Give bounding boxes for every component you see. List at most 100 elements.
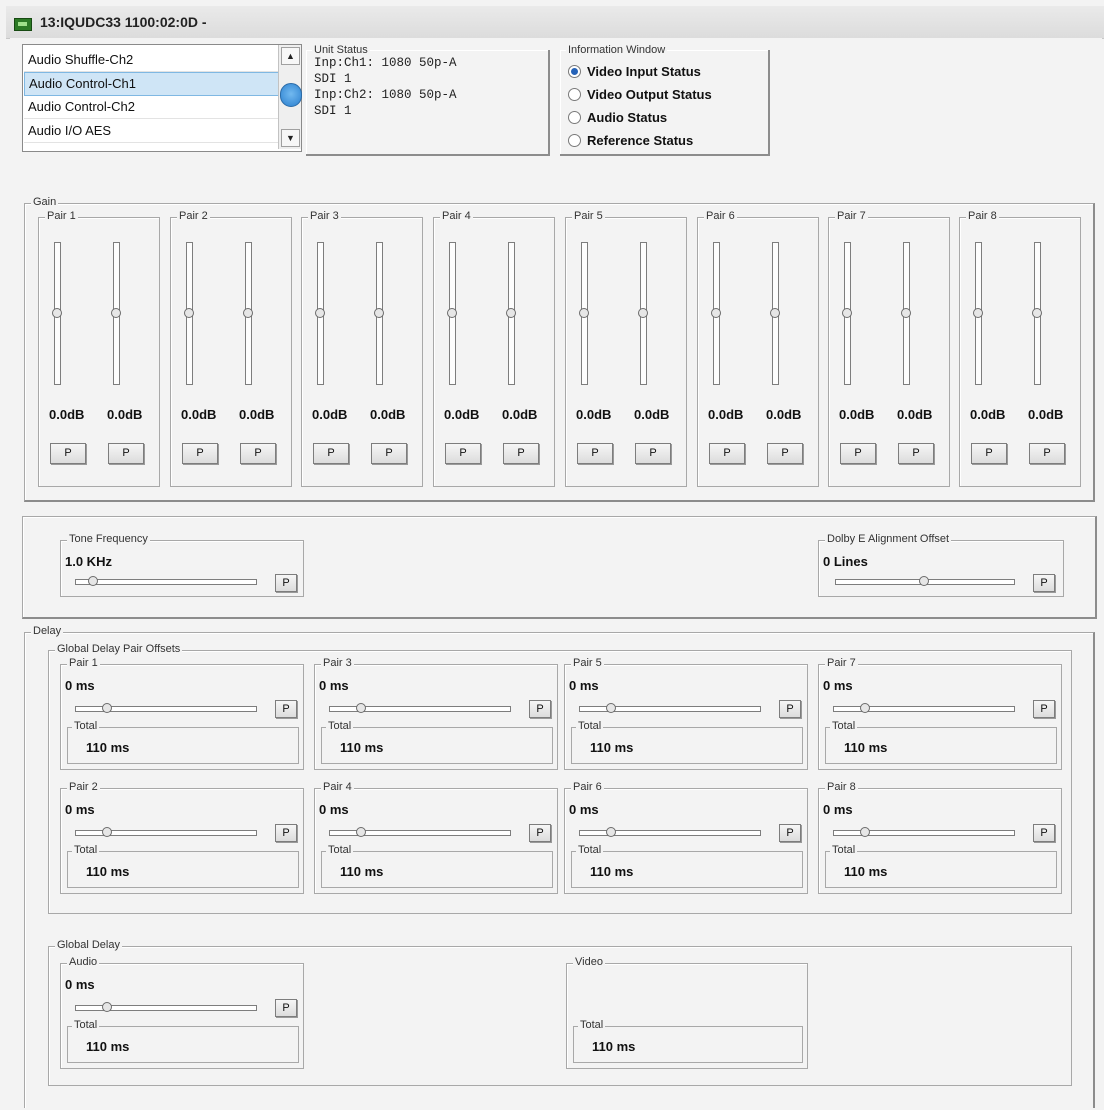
total-label: Total — [830, 720, 858, 733]
audio-delay-box: Audio 0 ms P Total 110 ms — [60, 956, 304, 1069]
tone-preset-button[interactable]: P — [275, 574, 297, 592]
window-title: 13:IQUDC33 1100:02:0D - — [40, 14, 207, 30]
unit-status-line: Inp:Ch2: 1080 50p-A — [314, 88, 457, 102]
gain-right-fader-thumb[interactable] — [506, 307, 516, 318]
dolby-offset-title: Dolby E Alignment Offset — [825, 533, 952, 546]
radio-selected-icon[interactable] — [568, 64, 581, 78]
gain-left-fader-thumb[interactable] — [447, 307, 457, 318]
delay-pair-preset-button[interactable]: P — [275, 700, 297, 718]
gain-right-fader-thumb[interactable] — [243, 307, 253, 318]
gain-left-fader-thumb[interactable] — [973, 307, 983, 318]
delay-pair-preset-button[interactable]: P — [529, 824, 551, 842]
delay-pair-title: Pair 8 — [825, 781, 858, 794]
menu-list[interactable]: Audio Shuffle-Ch2 Audio Control-Ch1 Audi… — [22, 44, 302, 152]
delay-pair-preset-button[interactable]: P — [275, 824, 297, 842]
gain-right-fader-thumb[interactable] — [638, 307, 648, 318]
list-item[interactable]: Audio I/O AES — [24, 120, 280, 143]
delay-pair-preset-button[interactable]: P — [779, 824, 801, 842]
radio-icon[interactable] — [568, 87, 581, 101]
gain-right-preset-button[interactable]: P — [1029, 443, 1065, 464]
gain-right-preset-button[interactable]: P — [108, 443, 144, 464]
delay-pair-total-value: 110 ms — [86, 864, 130, 879]
dolby-offset-slider-thumb[interactable] — [919, 576, 929, 586]
tone-frequency-title: Tone Frequency — [67, 533, 150, 546]
gain-right-fader-thumb[interactable] — [770, 307, 780, 318]
dolby-preset-button[interactable]: P — [1033, 574, 1055, 592]
gain-left-fader-thumb[interactable] — [842, 307, 852, 318]
delay-pair-total-box: Total 110 ms — [571, 720, 803, 764]
scroll-down-icon[interactable]: ▼ — [281, 129, 300, 147]
gain-pair-title: Pair 1 — [45, 210, 78, 223]
gain-left-fader-thumb[interactable] — [315, 307, 325, 318]
gain-left-preset-button[interactable]: P — [445, 443, 481, 464]
tone-frequency-slider[interactable] — [75, 579, 257, 585]
delay-pair-preset-button[interactable]: P — [1033, 824, 1055, 842]
gain-left-db: 0.0dB — [312, 407, 348, 422]
audio-delay-title: Audio — [67, 956, 100, 969]
gain-left-fader-thumb[interactable] — [52, 307, 62, 318]
gain-left-db: 0.0dB — [181, 407, 217, 422]
audio-delay-total-box: Total 110 ms — [67, 1019, 299, 1063]
list-item-selected[interactable]: Audio Control-Ch1 — [24, 72, 282, 96]
gain-right-preset-button[interactable]: P — [635, 443, 671, 464]
gain-left-preset-button[interactable]: P — [577, 443, 613, 464]
radio-audio-status[interactable]: Audio Status — [568, 106, 667, 128]
gain-right-db: 0.0dB — [634, 407, 670, 422]
gain-right-fader-thumb[interactable] — [374, 307, 384, 318]
list-scrollbar[interactable]: ▲ ▼ — [278, 45, 302, 149]
delay-pair-box: Pair 1 0 ms P Total 110 ms — [60, 657, 304, 770]
delay-pair-total-box: Total 110 ms — [825, 844, 1057, 888]
gain-right-fader-thumb[interactable] — [901, 307, 911, 318]
gain-pair-box: Pair 3 0.0dB 0.0dB P P — [301, 210, 423, 487]
delay-pair-value: 0 ms — [569, 802, 599, 817]
delay-pair-total-value: 110 ms — [340, 740, 384, 755]
delay-pair-title: Pair 6 — [571, 781, 604, 794]
delay-pair-title: Pair 3 — [321, 657, 354, 670]
gain-title: Gain — [31, 196, 59, 209]
delay-pair-title: Pair 1 — [67, 657, 100, 670]
tone-frequency-slider-thumb[interactable] — [88, 576, 98, 586]
gain-left-db: 0.0dB — [708, 407, 744, 422]
gain-left-fader-thumb[interactable] — [579, 307, 589, 318]
radio-reference-status[interactable]: Reference Status — [568, 129, 693, 151]
unit-status-line: SDI 1 — [314, 104, 352, 118]
delay-pair-box: Pair 7 0 ms P Total 110 ms — [818, 657, 1062, 770]
delay-pair-preset-button[interactable]: P — [779, 700, 801, 718]
gain-left-preset-button[interactable]: P — [840, 443, 876, 464]
gain-right-preset-button[interactable]: P — [767, 443, 803, 464]
gain-right-preset-button[interactable]: P — [371, 443, 407, 464]
list-item[interactable]: Audio Shuffle-Ch2 — [24, 49, 280, 72]
gain-right-preset-button[interactable]: P — [503, 443, 539, 464]
gain-pair-box: Pair 8 0.0dB 0.0dB P P — [959, 210, 1081, 487]
delay-pair-value: 0 ms — [569, 678, 599, 693]
audio-delay-preset-button[interactable]: P — [275, 999, 297, 1017]
gain-left-preset-button[interactable]: P — [709, 443, 745, 464]
gain-left-fader-thumb[interactable] — [711, 307, 721, 318]
gain-pair-box: Pair 5 0.0dB 0.0dB P P — [565, 210, 687, 487]
radio-video-input-status[interactable]: Video Input Status — [568, 60, 701, 82]
gain-left-preset-button[interactable]: P — [971, 443, 1007, 464]
gain-right-db: 0.0dB — [897, 407, 933, 422]
radio-video-output-status[interactable]: Video Output Status — [568, 83, 712, 105]
gain-pair-title: Pair 7 — [835, 210, 868, 223]
scroll-up-icon[interactable]: ▲ — [281, 47, 300, 65]
list-item[interactable]: Audio Control-Ch2 — [24, 96, 280, 119]
gain-right-fader-thumb[interactable] — [111, 307, 121, 318]
delay-pair-value: 0 ms — [319, 678, 349, 693]
gain-left-fader-thumb[interactable] — [184, 307, 194, 318]
gain-pair-box: Pair 6 0.0dB 0.0dB P P — [697, 210, 819, 487]
gain-pair-title: Pair 6 — [704, 210, 737, 223]
delay-pair-total-box: Total 110 ms — [67, 844, 299, 888]
radio-icon[interactable] — [568, 133, 581, 147]
delay-pair-preset-button[interactable]: P — [529, 700, 551, 718]
gain-right-preset-button[interactable]: P — [240, 443, 276, 464]
gain-right-fader-thumb[interactable] — [1032, 307, 1042, 318]
radio-icon[interactable] — [568, 110, 581, 124]
gain-right-preset-button[interactable]: P — [898, 443, 934, 464]
gain-left-preset-button[interactable]: P — [313, 443, 349, 464]
gain-left-preset-button[interactable]: P — [50, 443, 86, 464]
gain-left-preset-button[interactable]: P — [182, 443, 218, 464]
scroll-thumb[interactable] — [280, 83, 302, 107]
delay-pair-preset-button[interactable]: P — [1033, 700, 1055, 718]
delay-pair-total-box: Total 110 ms — [321, 720, 553, 764]
